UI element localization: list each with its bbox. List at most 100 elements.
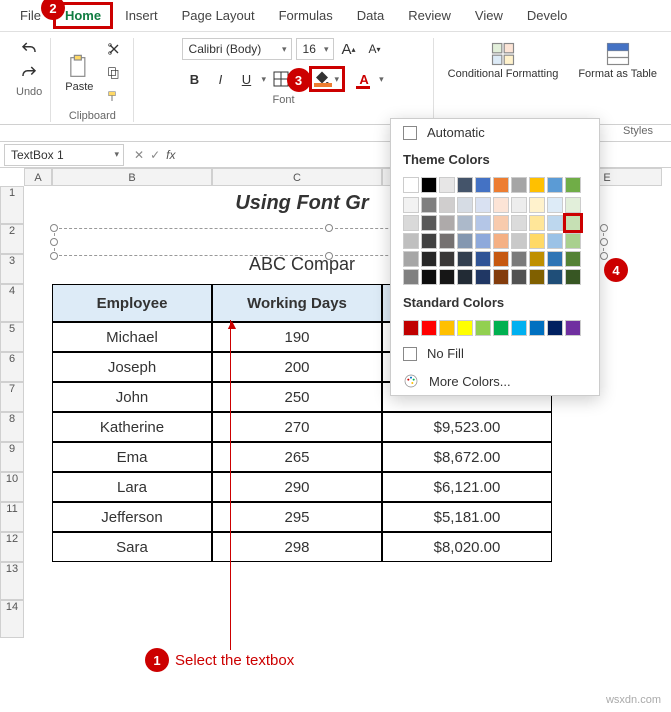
fill-color-button[interactable]: ▾ bbox=[309, 66, 346, 92]
color-swatch[interactable] bbox=[457, 251, 473, 267]
color-swatch[interactable] bbox=[511, 233, 527, 249]
name-box[interactable]: TextBox 1 bbox=[4, 144, 124, 166]
col-B[interactable]: B bbox=[52, 168, 212, 186]
color-swatch[interactable] bbox=[475, 177, 491, 193]
row-13[interactable]: 13 bbox=[0, 562, 24, 600]
color-swatch[interactable] bbox=[475, 269, 491, 285]
color-swatch[interactable] bbox=[475, 251, 491, 267]
font-size-select[interactable]: 16 bbox=[296, 38, 334, 60]
color-swatch[interactable] bbox=[421, 233, 437, 249]
color-swatch[interactable] bbox=[529, 215, 545, 231]
table-cell[interactable]: Jefferson bbox=[52, 502, 212, 532]
color-swatch[interactable] bbox=[439, 215, 455, 231]
color-swatch[interactable] bbox=[529, 320, 545, 336]
color-swatch[interactable] bbox=[457, 269, 473, 285]
col-A[interactable]: A bbox=[24, 168, 52, 186]
table-cell[interactable]: 298 bbox=[212, 532, 382, 562]
format-painter-button[interactable] bbox=[103, 86, 125, 108]
row-4[interactable]: 4 bbox=[0, 284, 24, 322]
color-swatch[interactable] bbox=[511, 177, 527, 193]
tab-formulas[interactable]: Formulas bbox=[267, 2, 345, 29]
color-swatch[interactable] bbox=[565, 177, 581, 193]
table-cell[interactable]: 295 bbox=[212, 502, 382, 532]
row-7[interactable]: 7 bbox=[0, 382, 24, 412]
tab-developer[interactable]: Develo bbox=[515, 2, 579, 29]
color-swatch[interactable] bbox=[493, 215, 509, 231]
color-swatch[interactable] bbox=[493, 233, 509, 249]
color-swatch[interactable] bbox=[547, 251, 563, 267]
color-swatch[interactable] bbox=[421, 197, 437, 213]
color-swatch[interactable] bbox=[421, 320, 437, 336]
row-9[interactable]: 9 bbox=[0, 442, 24, 472]
enter-icon[interactable]: ✓ bbox=[150, 148, 160, 162]
color-swatch[interactable] bbox=[529, 233, 545, 249]
color-swatch[interactable] bbox=[565, 251, 581, 267]
copy-button[interactable] bbox=[103, 62, 125, 84]
color-swatch[interactable] bbox=[565, 215, 581, 231]
color-swatch[interactable] bbox=[493, 269, 509, 285]
table-cell[interactable]: Sara bbox=[52, 532, 212, 562]
color-swatch[interactable] bbox=[493, 177, 509, 193]
color-swatch[interactable] bbox=[511, 215, 527, 231]
no-fill-option[interactable]: No Fill bbox=[391, 340, 599, 367]
color-swatch[interactable] bbox=[457, 233, 473, 249]
color-swatch[interactable] bbox=[493, 197, 509, 213]
row-5[interactable]: 5 bbox=[0, 322, 24, 352]
color-swatch[interactable] bbox=[565, 320, 581, 336]
table-cell[interactable]: $8,672.00 bbox=[382, 442, 552, 472]
color-swatch[interactable] bbox=[547, 269, 563, 285]
color-swatch[interactable] bbox=[403, 320, 419, 336]
table-cell[interactable]: John bbox=[52, 382, 212, 412]
color-swatch[interactable] bbox=[493, 320, 509, 336]
color-swatch[interactable] bbox=[565, 197, 581, 213]
row-11[interactable]: 11 bbox=[0, 502, 24, 532]
row-3[interactable]: 3 bbox=[0, 254, 24, 284]
increase-font-button[interactable]: A▴ bbox=[338, 38, 360, 60]
cancel-icon[interactable]: ✕ bbox=[134, 148, 144, 162]
underline-button[interactable]: U bbox=[235, 68, 257, 90]
undo-button[interactable] bbox=[18, 38, 40, 60]
color-swatch[interactable] bbox=[439, 269, 455, 285]
color-swatch[interactable] bbox=[547, 233, 563, 249]
format-as-table-button[interactable]: Format as Table bbox=[572, 38, 663, 122]
color-swatch[interactable] bbox=[511, 251, 527, 267]
tab-view[interactable]: View bbox=[463, 2, 515, 29]
table-cell[interactable]: $8,020.00 bbox=[382, 532, 552, 562]
tab-page-layout[interactable]: Page Layout bbox=[170, 2, 267, 29]
chevron-down-icon[interactable]: ▾ bbox=[333, 74, 342, 85]
paste-button[interactable]: Paste bbox=[59, 51, 99, 95]
tab-data[interactable]: Data bbox=[345, 2, 396, 29]
redo-button[interactable] bbox=[18, 62, 40, 84]
table-cell[interactable]: Katherine bbox=[52, 412, 212, 442]
color-swatch[interactable] bbox=[403, 251, 419, 267]
color-swatch[interactable] bbox=[421, 177, 437, 193]
row-8[interactable]: 8 bbox=[0, 412, 24, 442]
color-swatch[interactable] bbox=[457, 320, 473, 336]
row-14[interactable]: 14 bbox=[0, 600, 24, 638]
tab-insert[interactable]: Insert bbox=[113, 2, 170, 29]
row-1[interactable]: 1 bbox=[0, 186, 24, 224]
cut-button[interactable] bbox=[103, 38, 125, 60]
color-swatch[interactable] bbox=[421, 251, 437, 267]
color-swatch[interactable] bbox=[529, 251, 545, 267]
conditional-formatting-button[interactable]: Conditional Formatting bbox=[442, 38, 565, 122]
color-swatch[interactable] bbox=[547, 177, 563, 193]
tab-review[interactable]: Review bbox=[396, 2, 463, 29]
color-swatch[interactable] bbox=[493, 251, 509, 267]
color-swatch[interactable] bbox=[403, 177, 419, 193]
color-swatch[interactable] bbox=[421, 269, 437, 285]
color-swatch[interactable] bbox=[475, 197, 491, 213]
color-swatch[interactable] bbox=[475, 233, 491, 249]
color-swatch[interactable] bbox=[457, 197, 473, 213]
color-swatch[interactable] bbox=[475, 215, 491, 231]
color-swatch[interactable] bbox=[403, 197, 419, 213]
table-cell[interactable]: 200 bbox=[212, 352, 382, 382]
color-swatch[interactable] bbox=[511, 269, 527, 285]
row-2[interactable]: 2 bbox=[0, 224, 24, 254]
fx-icon[interactable]: fx bbox=[166, 148, 175, 162]
table-cell[interactable]: 290 bbox=[212, 472, 382, 502]
table-cell[interactable]: Lara bbox=[52, 472, 212, 502]
color-swatch[interactable] bbox=[565, 269, 581, 285]
color-swatch[interactable] bbox=[511, 320, 527, 336]
color-swatch[interactable] bbox=[565, 233, 581, 249]
